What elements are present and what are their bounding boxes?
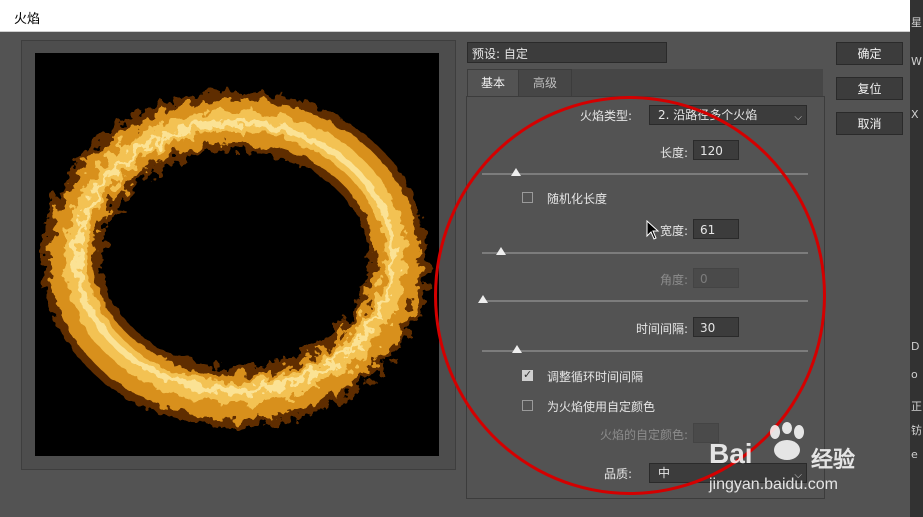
strip-char: D — [911, 340, 920, 353]
preview-canvas[interactable] — [35, 53, 439, 456]
watermark-brand: Bai — [709, 438, 753, 469]
flame-type-select[interactable]: 2. 沿路径多个火焰 ⌵ — [649, 105, 807, 125]
reset-button[interactable]: 复位 — [836, 77, 903, 100]
strip-char: W — [911, 55, 922, 68]
interval-label: 时间间隔: — [635, 322, 688, 336]
angle-input: 0 — [693, 268, 739, 288]
watermark-cn: 经验 — [811, 448, 856, 473]
length-input[interactable]: 120 — [693, 140, 739, 160]
randomize-length-checkbox[interactable] — [522, 192, 533, 203]
width-slider-track[interactable] — [482, 252, 808, 254]
strip-char: 正 — [911, 400, 922, 413]
custom-color-label: 为火焰使用自定颜色 — [547, 400, 656, 414]
adjust-loop-label: 调整循环时间间隔 — [547, 370, 644, 384]
window-title: 火焰 — [14, 12, 41, 27]
custom-color-swatch-label: 火焰的自定颜色: — [599, 428, 688, 442]
background-app-strip: 星 W X D o 正 钫 e — [910, 0, 923, 517]
interval-input[interactable]: 30 — [693, 317, 739, 337]
tab-advanced[interactable]: 高级 — [518, 69, 572, 96]
randomize-length-label: 随机化长度 — [547, 192, 608, 206]
paw-icon — [770, 422, 804, 460]
width-input[interactable]: 61 — [693, 219, 739, 239]
watermark-url: jingyan.baidu.com — [709, 476, 838, 493]
strip-char: X — [911, 108, 919, 121]
quality-value: 中 — [658, 466, 671, 480]
title-bar: 火焰 — [0, 0, 910, 32]
strip-char: e — [911, 448, 918, 461]
tab-bar-fill — [571, 69, 823, 96]
tab-basic[interactable]: 基本 — [467, 69, 519, 96]
angle-slider-track[interactable] — [482, 300, 808, 302]
strip-char: 钫 — [911, 424, 922, 437]
mouse-cursor-icon — [646, 220, 660, 240]
flame-type-value: 2. 沿路径多个火焰 — [658, 108, 758, 122]
width-slider-thumb[interactable] — [496, 247, 506, 255]
interval-slider-track[interactable] — [482, 350, 808, 352]
angle-slider-thumb[interactable] — [478, 295, 488, 303]
ok-button[interactable]: 确定 — [836, 42, 903, 65]
length-slider-track[interactable] — [482, 173, 808, 175]
width-label: 宽度: — [659, 224, 688, 238]
length-slider-thumb[interactable] — [511, 168, 521, 176]
length-label: 长度: — [659, 146, 688, 160]
chevron-down-icon: ⌵ — [472, 45, 480, 56]
cancel-button[interactable]: 取消 — [836, 112, 903, 135]
angle-label: 角度: — [659, 273, 688, 287]
baidu-watermark: Bai 经验 jingyan.baidu.com — [707, 418, 907, 498]
strip-char: o — [911, 368, 918, 381]
preset-dropdown[interactable]: 预设: 自定 ⌵ — [467, 42, 667, 63]
strip-char: 星 — [911, 16, 922, 29]
flame-type-label: 火焰类型: — [579, 109, 632, 123]
quality-label: 品质: — [603, 467, 632, 481]
flame-ring-image — [42, 91, 428, 427]
interval-slider-thumb[interactable] — [512, 345, 522, 353]
custom-color-checkbox[interactable] — [522, 400, 533, 411]
adjust-loop-checkbox[interactable] — [522, 368, 533, 381]
chevron-down-icon: ⌵ — [794, 112, 802, 123]
